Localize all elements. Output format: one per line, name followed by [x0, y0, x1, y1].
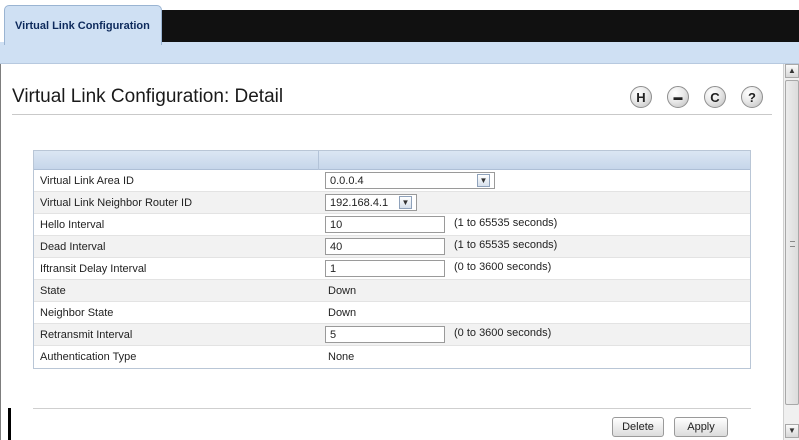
print-icon-glyph: ▬	[673, 92, 683, 102]
dead-interval-input[interactable]	[325, 238, 445, 255]
main-content: Virtual Link Configuration: Detail H ▬ C…	[1, 64, 783, 440]
auth-type-label: Authentication Type	[40, 351, 137, 363]
area-id-select[interactable]: 0.0.0.4 ▼	[325, 172, 495, 189]
retransmit-interval-label: Retransmit Interval	[40, 329, 133, 341]
help-icon-glyph: ?	[748, 89, 756, 105]
apply-button[interactable]: Apply	[674, 417, 728, 437]
neighbor-router-id-value: 192.168.4.1	[330, 196, 389, 209]
transit-delay-hint: (0 to 3600 seconds)	[454, 261, 552, 273]
top-tab-bar: Virtual Link Configuration	[0, 0, 799, 64]
scrollbar-grip	[790, 241, 795, 247]
help-icon[interactable]: ?	[741, 86, 763, 108]
scrollbar-thumb[interactable]	[785, 80, 799, 405]
area-id-value: 0.0.0.4	[330, 174, 364, 187]
state-label: State	[40, 285, 66, 297]
dead-interval-hint: (1 to 65535 seconds)	[454, 239, 558, 251]
chevron-down-icon: ▼	[477, 174, 490, 187]
neighbor-state-label: Neighbor State	[40, 307, 114, 319]
print-icon[interactable]: ▬	[667, 86, 689, 108]
hello-interval-label: Hello Interval	[40, 219, 105, 231]
left-edge-marker	[8, 408, 11, 440]
row-neighbor-state: Neighbor State Down	[34, 302, 750, 324]
row-transit-delay: Iftransit Delay Interval (0 to 3600 seco…	[34, 258, 750, 280]
scroll-up-icon[interactable]: ▲	[785, 64, 799, 78]
tab-virtual-link-configuration[interactable]: Virtual Link Configuration	[4, 5, 162, 45]
row-state: State Down	[34, 280, 750, 302]
hello-interval-hint: (1 to 65535 seconds)	[454, 217, 558, 229]
hello-interval-input[interactable]	[325, 216, 445, 233]
retransmit-interval-hint: (0 to 3600 seconds)	[454, 327, 552, 339]
scroll-down-icon[interactable]: ▼	[785, 424, 799, 438]
row-dead-interval: Dead Interval (1 to 65535 seconds)	[34, 236, 750, 258]
neighbor-state-value: Down	[328, 307, 357, 319]
neighbor-router-id-label: Virtual Link Neighbor Router ID	[40, 197, 193, 209]
row-area-id: Virtual Link Area ID 0.0.0.4 ▼	[34, 170, 750, 192]
title-divider	[12, 114, 772, 115]
state-value: Down	[328, 285, 357, 297]
save-icon[interactable]: H	[630, 86, 652, 108]
retransmit-interval-input[interactable]	[325, 326, 445, 343]
neighbor-router-id-select[interactable]: 192.168.4.1 ▼	[325, 194, 417, 211]
delete-button[interactable]: Delete	[612, 417, 664, 437]
header-divider	[318, 151, 319, 170]
form-header	[34, 151, 750, 170]
detail-form: Virtual Link Area ID 0.0.0.4 ▼ Virtual L…	[33, 150, 751, 369]
chevron-down-icon: ▼	[399, 196, 412, 209]
row-hello-interval: Hello Interval (1 to 65535 seconds)	[34, 214, 750, 236]
save-icon-glyph: H	[636, 89, 646, 105]
row-retransmit-interval: Retransmit Interval (0 to 3600 seconds)	[34, 324, 750, 346]
vertical-scrollbar[interactable]: ▲ ▼	[783, 64, 799, 440]
row-auth-type: Authentication Type None	[34, 346, 750, 368]
area-id-label: Virtual Link Area ID	[40, 175, 134, 187]
transit-delay-label: Iftransit Delay Interval	[40, 263, 147, 275]
row-neighbor-router-id: Virtual Link Neighbor Router ID 192.168.…	[34, 192, 750, 214]
transit-delay-input[interactable]	[325, 260, 445, 277]
refresh-icon-glyph: C	[710, 89, 720, 105]
footer-divider	[33, 408, 751, 409]
tab-strip	[155, 10, 799, 42]
dead-interval-label: Dead Interval	[40, 241, 106, 253]
tab-label: Virtual Link Configuration	[15, 20, 150, 32]
auth-type-value: None	[328, 351, 355, 363]
page-title: Virtual Link Configuration: Detail	[12, 86, 284, 107]
tab-band	[0, 42, 799, 64]
refresh-icon[interactable]: C	[704, 86, 726, 108]
